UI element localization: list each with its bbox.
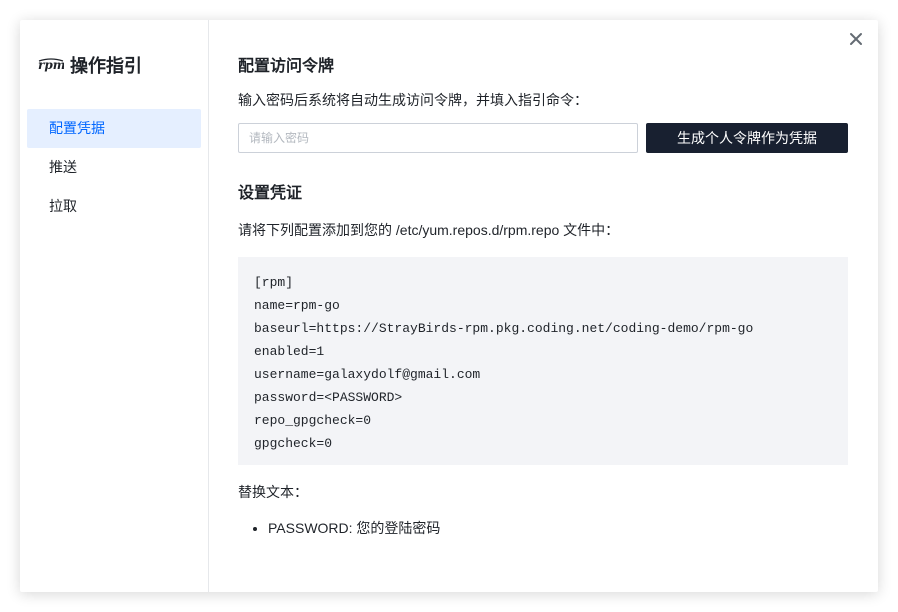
guide-dialog: rpm 操作指引 配置凭据 推送 拉取 配置访问令牌 输入密码后系统将自动生成访… — [20, 20, 878, 592]
sidebar-item-push[interactable]: 推送 — [27, 148, 201, 187]
list-item: PASSWORD: 您的登陆密码 — [268, 518, 848, 538]
sidebar-nav: 配置凭据 推送 拉取 — [27, 109, 201, 226]
code-line: gpgcheck=0 — [254, 436, 333, 451]
brand: rpm 操作指引 — [38, 52, 142, 78]
replacement-list: PASSWORD: 您的登陆密码 — [238, 518, 848, 538]
config-code-block: [rpm] name=rpm-go baseurl=https://StrayB… — [238, 257, 848, 465]
code-line: password=<PASSWORD> — [254, 390, 403, 405]
code-line: enabled=1 — [254, 344, 325, 359]
section-title-credentials: 设置凭证 — [238, 185, 303, 202]
sidebar: rpm 操作指引 配置凭据 推送 拉取 — [20, 20, 209, 592]
section-title-access-token: 配置访问令牌 — [238, 58, 335, 75]
code-line: name=rpm-go — [254, 298, 340, 313]
code-line: baseurl=https://StrayBirds-rpm.pkg.codin… — [254, 321, 754, 336]
generate-token-button[interactable]: 生成个人令牌作为凭据 — [646, 123, 848, 153]
replace-text-label: 替换文本： — [238, 484, 308, 500]
close-icon[interactable] — [848, 32, 864, 48]
sidebar-item-credentials[interactable]: 配置凭据 — [27, 109, 201, 148]
code-line: repo_gpgcheck=0 — [254, 413, 372, 428]
main-panel: 配置访问令牌 输入密码后系统将自动生成访问令牌，并填入指引命令： 生成个人令牌作… — [209, 20, 878, 592]
content: 配置访问令牌 输入密码后系统将自动生成访问令牌，并填入指引命令： 生成个人令牌作… — [238, 52, 848, 538]
password-input[interactable] — [238, 123, 638, 153]
rpm-logo-icon: rpm — [38, 56, 64, 74]
credentials-description: 请将下列配置添加到您的 /etc/yum.repos.d/rpm.repo 文件… — [238, 222, 620, 238]
access-token-description: 输入密码后系统将自动生成访问令牌，并填入指引命令： — [238, 92, 588, 108]
code-line: [rpm] — [254, 275, 294, 290]
token-row: 生成个人令牌作为凭据 — [238, 123, 848, 153]
sidebar-item-pull[interactable]: 拉取 — [27, 187, 201, 226]
brand-title: 操作指引 — [70, 56, 142, 76]
code-line: username=galaxydolf@gmail.com — [254, 367, 481, 382]
